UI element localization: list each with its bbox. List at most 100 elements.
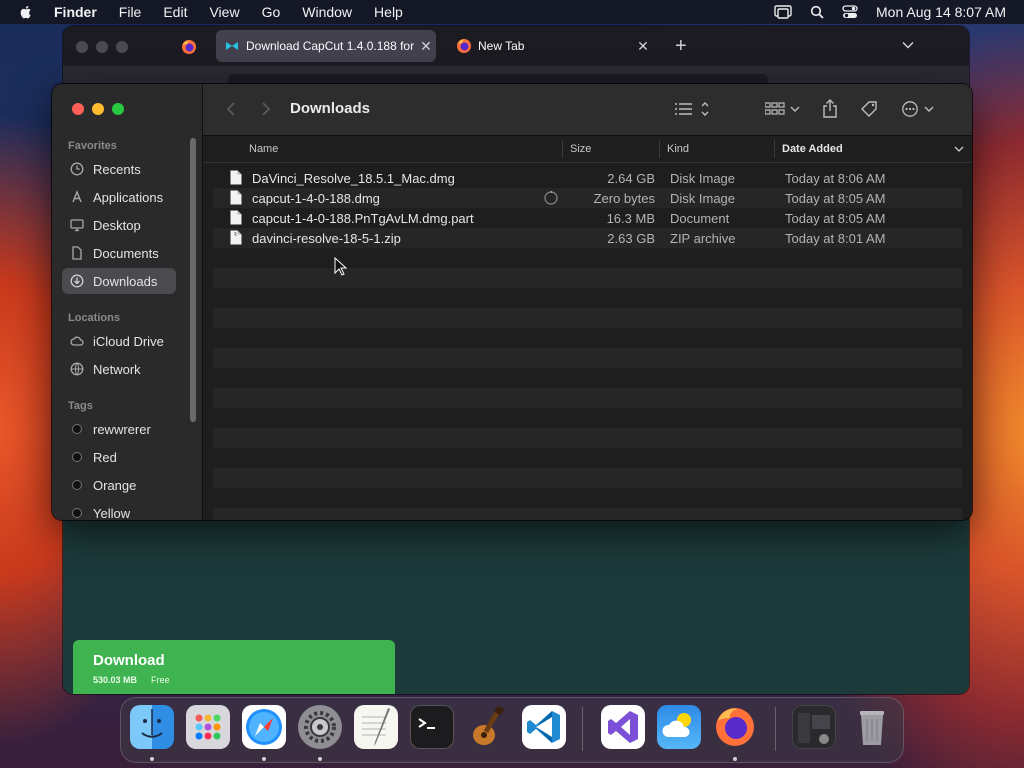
download-button[interactable]: Download 530.03 MB Free	[73, 640, 395, 694]
tab-new-tab[interactable]: New Tab ✕	[448, 30, 653, 62]
control-center-icon[interactable]	[842, 5, 858, 19]
sidebar-item-applications[interactable]: Applications	[62, 184, 176, 210]
close-window-button[interactable]	[72, 103, 84, 115]
dock-weather-icon[interactable]	[657, 705, 701, 749]
sidebar-item-recents[interactable]: Recents	[62, 156, 176, 182]
chevron-down-icon[interactable]	[901, 38, 915, 52]
menu-go[interactable]: Go	[262, 4, 281, 20]
file-kind: Document	[670, 211, 730, 226]
dock-terminal-icon[interactable]	[410, 705, 454, 749]
sort-chevron-down-icon[interactable]	[954, 145, 964, 153]
close-tab-icon[interactable]: ✕	[416, 38, 436, 55]
tab-capcut-download[interactable]: Download CapCut 1.4.0.188 for Mac ✕	[216, 30, 436, 62]
dock-textedit-icon[interactable]	[354, 705, 398, 749]
sidebar-item-downloads[interactable]: Downloads	[62, 268, 176, 294]
menu-help[interactable]: Help	[374, 4, 403, 20]
menu-view[interactable]: View	[209, 4, 239, 20]
sidebar-tag-rewwrerer[interactable]: rewwrerer	[62, 416, 176, 442]
file-row[interactable]: DaVinci_Resolve_18.5.1_Mac.dmg 2.64 GB D…	[213, 168, 962, 188]
share-icon[interactable]	[822, 99, 838, 119]
column-header-size[interactable]: Size	[570, 143, 591, 155]
menu-file[interactable]: File	[119, 4, 142, 20]
dock-safari-icon[interactable]	[242, 705, 286, 749]
sidebar-scrollbar[interactable]	[190, 138, 196, 422]
column-divider[interactable]	[659, 140, 660, 158]
file-row[interactable]: capcut-1-4-0-188.PnTgAvLM.dmg.part 16.3 …	[213, 208, 962, 228]
favorites-header: Favorites	[68, 140, 117, 152]
firefox-icon[interactable]	[181, 39, 197, 55]
sidebar-item-label: Documents	[93, 245, 159, 261]
sidebar-item-label: Applications	[93, 189, 164, 205]
apple-menu-icon[interactable]	[18, 4, 34, 20]
file-name: davinci-resolve-18-5-1.zip	[252, 231, 401, 246]
forward-chevron-icon[interactable]	[260, 101, 272, 117]
more-actions-icon[interactable]	[901, 101, 937, 117]
sidebar-tag-red[interactable]: Red	[62, 444, 176, 470]
sidebar-item-label: Network	[93, 361, 141, 377]
empty-row	[213, 468, 962, 488]
sidebar-item-icloud-drive[interactable]: iCloud Drive	[62, 328, 176, 354]
screen-mirroring-icon[interactable]	[774, 5, 792, 19]
sidebar-tag-yellow[interactable]: Yellow	[62, 500, 176, 520]
minimize-window-button[interactable]	[92, 103, 104, 115]
empty-row	[213, 448, 962, 468]
sidebar-item-network[interactable]: Network	[62, 356, 176, 382]
column-header-bar: Name Size Kind Date Added	[203, 136, 972, 163]
sidebar-item-label: Recents	[93, 161, 141, 177]
file-name: capcut-1-4-0-188.dmg	[252, 191, 380, 206]
column-divider[interactable]	[562, 140, 563, 158]
close-tab-icon[interactable]: ✕	[633, 38, 653, 55]
firefox-icon	[457, 39, 471, 53]
dock-trash-icon[interactable]	[850, 705, 894, 749]
vscode-logo-icon	[527, 711, 560, 743]
menu-window[interactable]: Window	[302, 4, 352, 20]
menu-clock[interactable]: Mon Aug 14 8:07 AM	[876, 4, 1006, 20]
menu-edit[interactable]: Edit	[163, 4, 187, 20]
column-header-date-added[interactable]: Date Added	[782, 143, 843, 155]
file-list: DaVinci_Resolve_18.5.1_Mac.dmg 2.64 GB D…	[213, 168, 962, 520]
empty-row	[213, 268, 962, 288]
spotlight-search-icon[interactable]	[810, 5, 824, 19]
file-date-added: Today at 8:05 AM	[785, 211, 886, 226]
menu-app-name[interactable]: Finder	[54, 4, 97, 20]
column-header-kind[interactable]: Kind	[667, 143, 689, 155]
column-header-name[interactable]: Name	[249, 143, 278, 155]
file-row[interactable]: capcut-1-4-0-188.dmg Zero bytes Disk Ima…	[213, 188, 962, 208]
finder-main: Downloads Name Size Kind Date Added DaVi…	[203, 84, 972, 520]
file-name: capcut-1-4-0-188.PnTgAvLM.dmg.part	[252, 211, 474, 226]
sidebar-tag-orange[interactable]: Orange	[62, 472, 176, 498]
dock-visual-studio-icon[interactable]	[601, 705, 645, 749]
new-tab-plus-icon[interactable]: +	[675, 35, 687, 58]
dock-firefox-icon[interactable]	[713, 705, 757, 749]
sidebar-item-label: Orange	[93, 477, 137, 493]
empty-row	[213, 288, 962, 308]
list-view-icon[interactable]	[675, 101, 711, 117]
running-indicator	[733, 757, 737, 761]
sidebar-item-documents[interactable]: Documents	[62, 240, 176, 266]
running-indicator	[262, 757, 266, 761]
empty-row	[213, 388, 962, 408]
zoom-window-button[interactable]	[116, 41, 128, 53]
dock-finder-icon[interactable]	[130, 705, 174, 749]
back-chevron-icon[interactable]	[225, 101, 237, 117]
dock-separator	[775, 707, 776, 751]
zoom-window-button[interactable]	[112, 103, 124, 115]
zip-file-icon	[230, 230, 242, 245]
tag-icon[interactable]	[860, 100, 880, 118]
sidebar-item-desktop[interactable]: Desktop	[62, 212, 176, 238]
dock-vscode-icon[interactable]	[522, 705, 566, 749]
capcut-favicon-icon	[226, 42, 238, 50]
tag-color-dot	[72, 480, 82, 490]
dock-system-settings-icon[interactable]	[298, 705, 342, 749]
window-controls	[76, 41, 128, 53]
group-grid-icon[interactable]	[765, 101, 801, 117]
dock-launchpad-icon[interactable]	[186, 705, 230, 749]
minimize-window-button[interactable]	[96, 41, 108, 53]
empty-row	[213, 328, 962, 348]
download-size: 530.03 MB	[93, 675, 138, 685]
column-divider[interactable]	[774, 140, 775, 158]
file-row[interactable]: davinci-resolve-18-5-1.zip 2.63 GB ZIP a…	[213, 228, 962, 248]
dock-screenshot-stack-icon[interactable]	[792, 705, 836, 749]
close-window-button[interactable]	[76, 41, 88, 53]
dock-garageband-icon[interactable]	[466, 705, 510, 749]
